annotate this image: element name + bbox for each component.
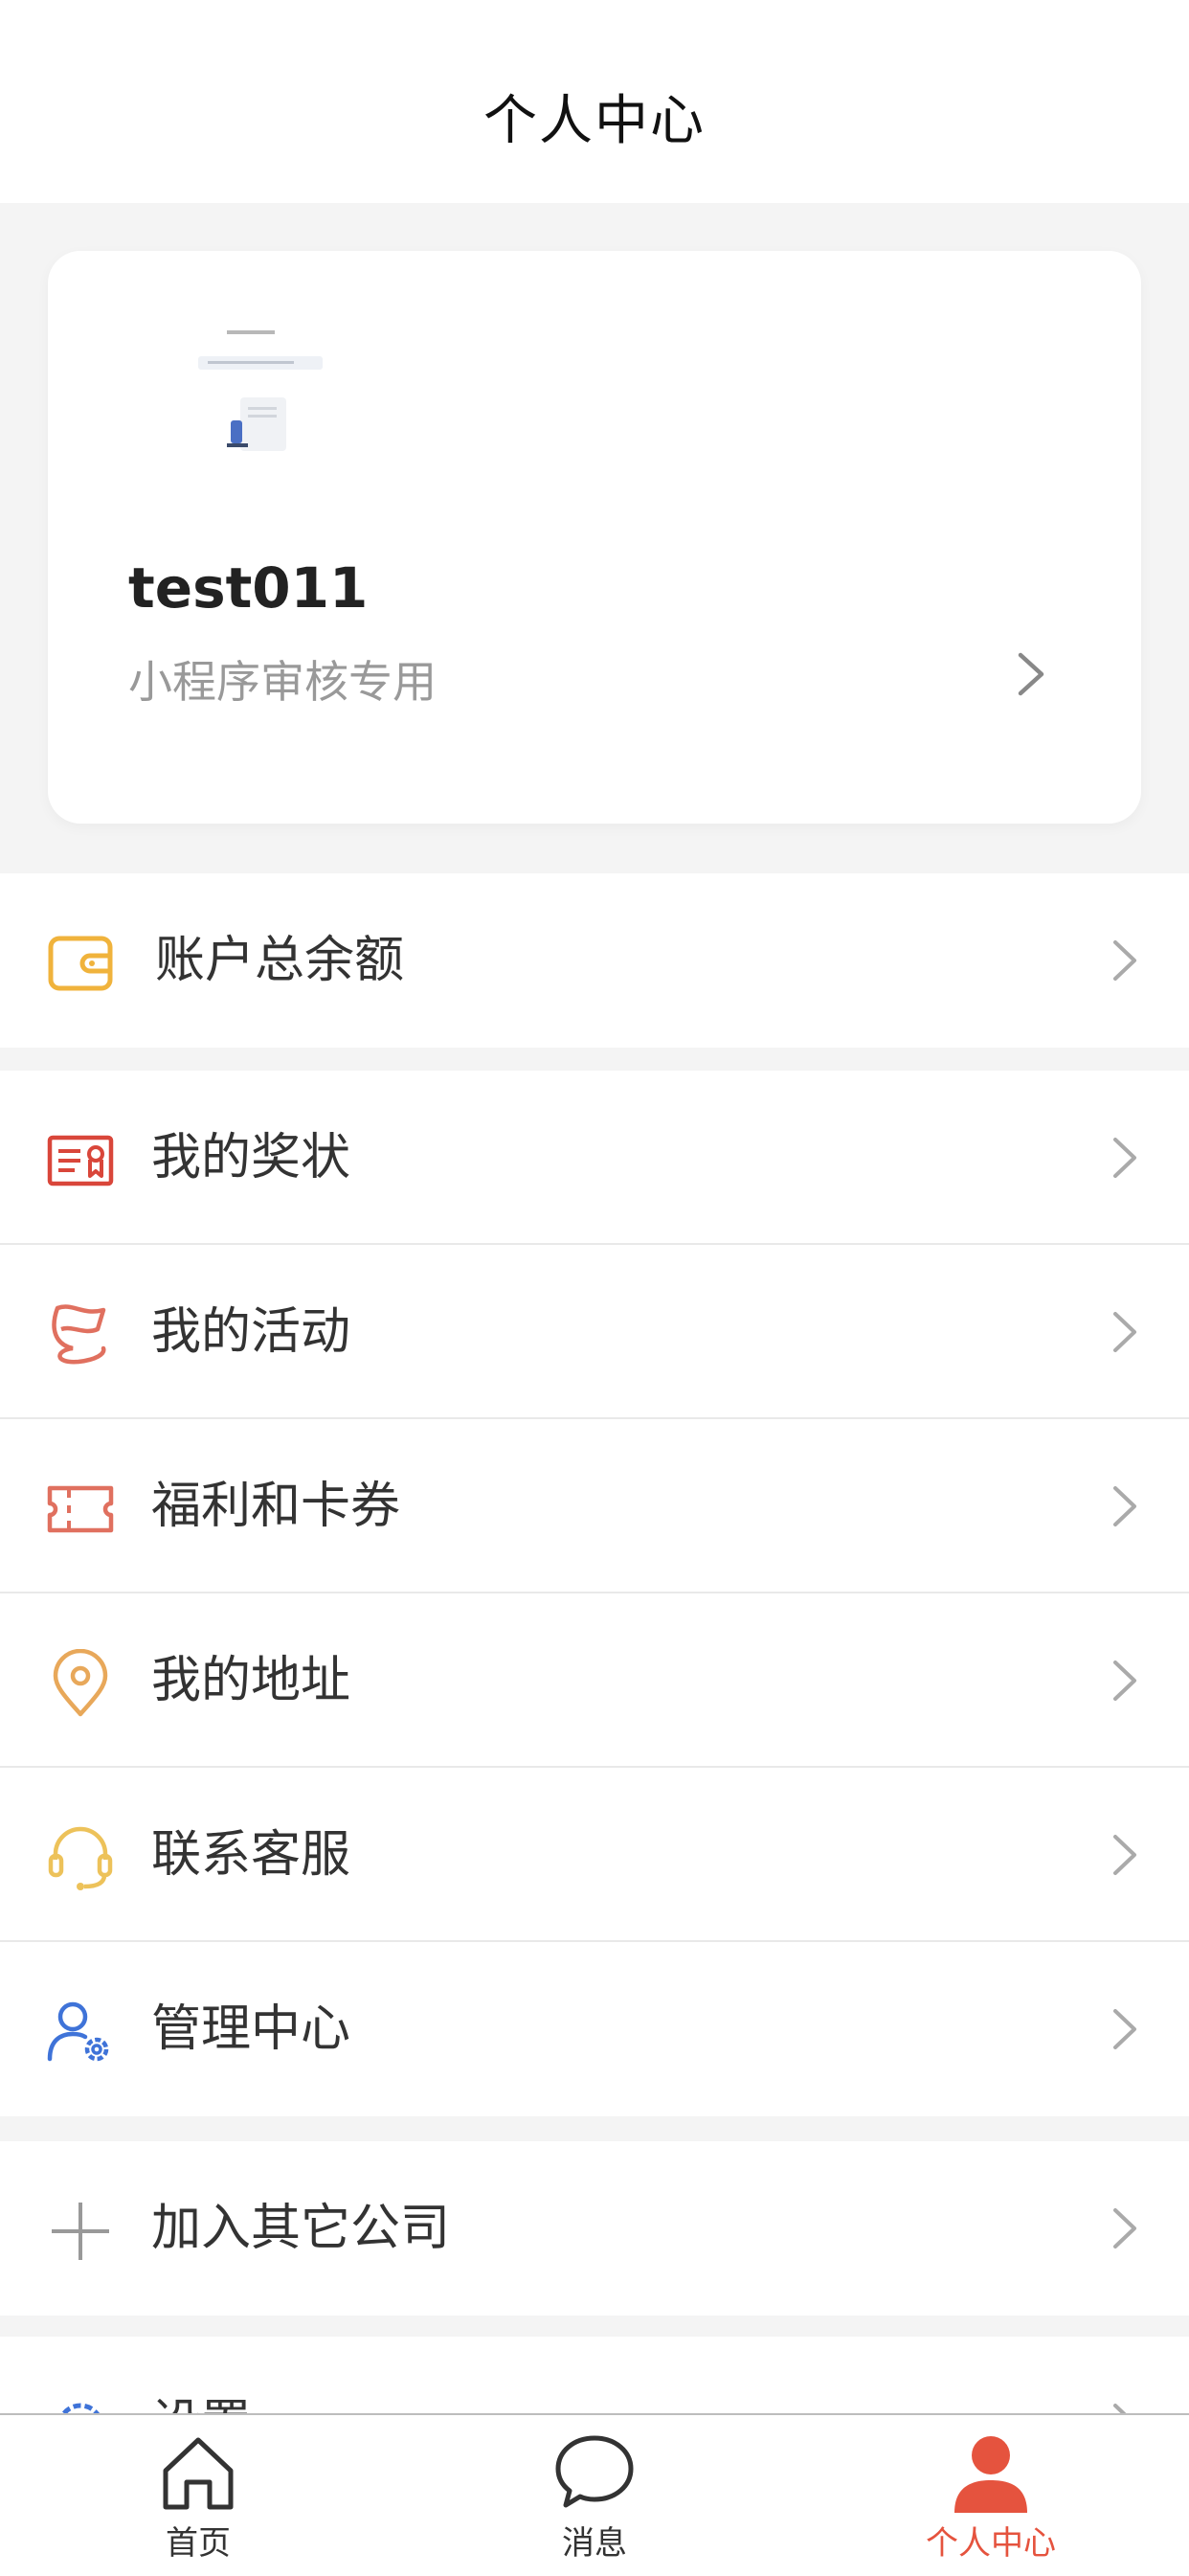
menu-item-label: 联系客服 xyxy=(151,1826,351,1884)
menu-group-balance: 账户总余额 xyxy=(0,873,1189,1048)
menu-item-label: 管理中心 xyxy=(151,2000,351,2058)
headset-icon xyxy=(48,1826,113,1890)
chevron-right-icon xyxy=(1113,940,1136,981)
chat-bubble-icon xyxy=(555,2435,634,2508)
menu-item-join-other-company[interactable]: 加入其它公司 xyxy=(0,2141,1189,2316)
menu-item-label: 我的活动 xyxy=(151,1303,351,1361)
location-pin-icon xyxy=(53,1649,108,1717)
menu-group-company: 加入其它公司 xyxy=(0,2141,1189,2316)
menu-group-main: 我的奖状 我的活动 福利和卡券 我的地址 联系客服 管理中心 xyxy=(0,1071,1189,2116)
tab-messages[interactable]: 消息 xyxy=(396,2415,793,2576)
menu-item-label: 我的地址 xyxy=(151,1652,351,1709)
wallet-icon xyxy=(48,936,113,991)
menu-item-benefits-coupons[interactable]: 福利和卡券 xyxy=(0,1419,1189,1593)
home-icon xyxy=(163,2437,234,2510)
menu-item-label: 福利和卡券 xyxy=(151,1478,401,1535)
nav-bar: 个人中心 xyxy=(0,0,1189,203)
menu-item-label: 账户总余额 xyxy=(155,932,405,989)
tab-bar: 首页 消息 个人中心 xyxy=(0,2413,1189,2576)
menu-item-contact-service[interactable]: 联系客服 xyxy=(0,1768,1189,1942)
tab-label: 消息 xyxy=(562,2524,627,2563)
flag-icon xyxy=(52,1304,106,1365)
certificate-icon xyxy=(47,1135,114,1186)
chevron-right-icon xyxy=(1113,2208,1136,2248)
profile-name: test011 xyxy=(128,555,369,621)
chevron-right-icon xyxy=(1113,1661,1136,1701)
chevron-right-icon xyxy=(1018,652,1044,696)
company-logo-thumbnail xyxy=(168,304,369,462)
chevron-right-icon xyxy=(1113,1138,1136,1178)
menu-item-management-center[interactable]: 管理中心 xyxy=(0,1942,1189,2116)
coupon-icon xyxy=(47,1485,114,1533)
menu-item-my-certificates[interactable]: 我的奖状 xyxy=(0,1071,1189,1245)
menu-item-my-activities[interactable]: 我的活动 xyxy=(0,1245,1189,1419)
page-title: 个人中心 xyxy=(483,90,706,152)
chevron-right-icon xyxy=(1113,1312,1136,1352)
chevron-right-icon xyxy=(1113,1835,1136,1875)
menu-item-label: 加入其它公司 xyxy=(151,2200,451,2257)
tab-home[interactable]: 首页 xyxy=(0,2415,396,2576)
person-icon xyxy=(954,2436,1027,2513)
profile-description: 小程序审核专用 xyxy=(128,656,437,708)
menu-item-my-address[interactable]: 我的地址 xyxy=(0,1593,1189,1768)
tab-label: 首页 xyxy=(166,2524,231,2563)
tab-profile[interactable]: 个人中心 xyxy=(793,2415,1189,2576)
tab-label: 个人中心 xyxy=(926,2524,1056,2563)
menu-item-label: 我的奖状 xyxy=(151,1129,351,1186)
profile-card[interactable]: test011 小程序审核专用 xyxy=(48,251,1141,824)
user-gear-icon xyxy=(47,2001,109,2062)
menu-item-account-balance[interactable]: 账户总余额 xyxy=(0,873,1189,1048)
chevron-right-icon xyxy=(1113,1486,1136,1526)
plus-icon xyxy=(52,2203,109,2260)
chevron-right-icon xyxy=(1113,2009,1136,2049)
